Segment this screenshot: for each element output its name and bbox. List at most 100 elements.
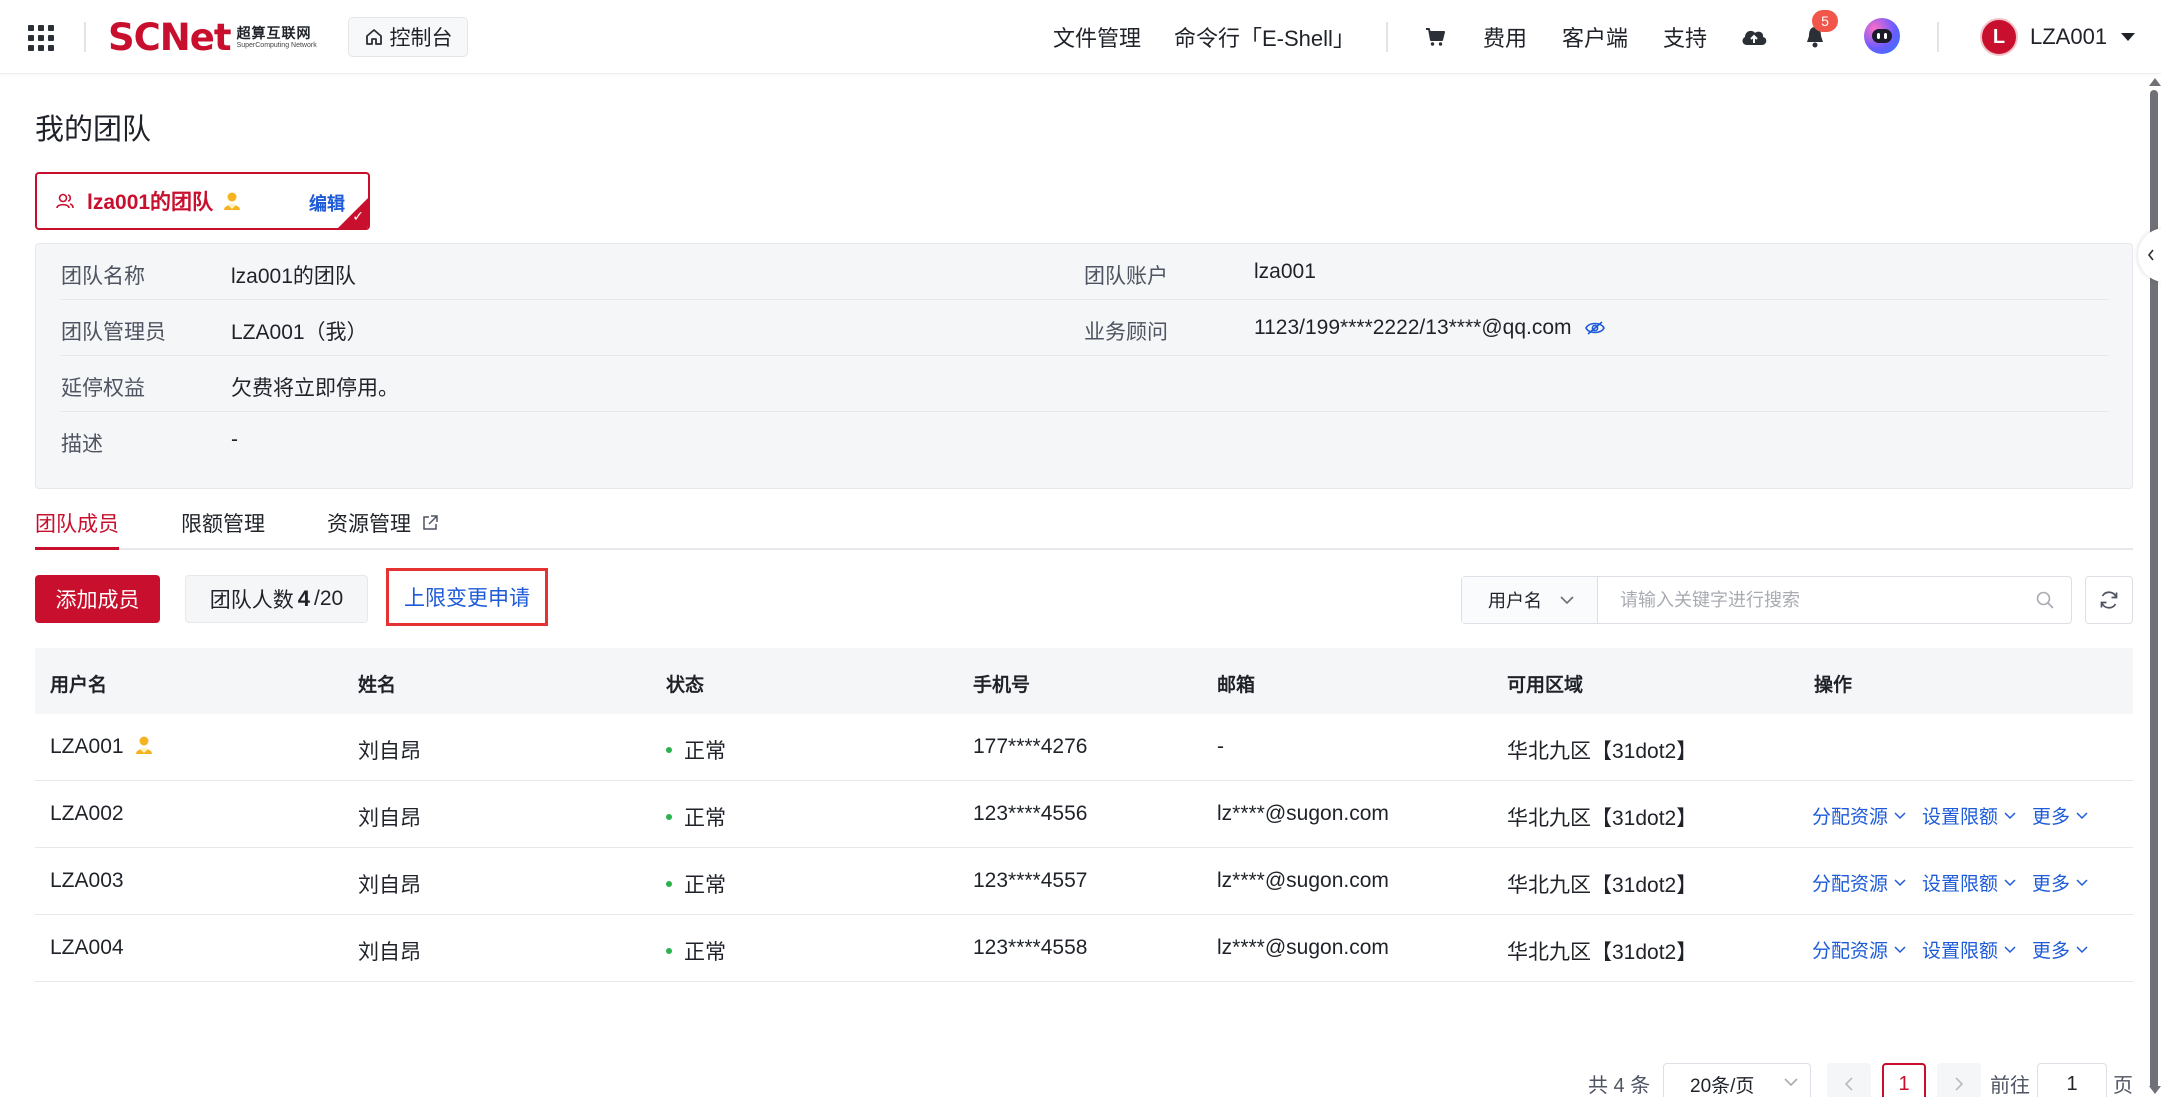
admin-crown-icon [136, 736, 153, 754]
chevron-down-icon [2004, 878, 2016, 886]
member-count-label: 团队人数 [209, 589, 294, 612]
assign-resource-dropdown[interactable]: 分配资源 [1812, 802, 1906, 829]
cloud-upload-icon[interactable] [1739, 22, 1769, 52]
set-quota-dropdown[interactable]: 设置限额 [1922, 802, 2016, 829]
set-quota-dropdown[interactable]: 设置限额 [1922, 869, 2016, 896]
cell-phone: 123****4557 [973, 869, 1088, 892]
scroll-up-arrow[interactable] [2149, 78, 2161, 86]
status-dot [666, 814, 672, 821]
page-number-current[interactable]: 1 [1882, 1063, 1926, 1097]
cell-status: 正常 [666, 802, 726, 832]
cell-username: LZA004 [50, 936, 124, 959]
add-member-button[interactable]: 添加成员 [35, 575, 160, 623]
cell-name: 刘自昂 [358, 941, 421, 964]
cell-email: - [1217, 735, 1224, 758]
team-name-label: 团队名称 [61, 265, 145, 288]
header-email: 邮箱 [1217, 675, 1256, 696]
nav-cost[interactable]: 费用 [1483, 0, 1527, 74]
chevron-down-icon [2004, 945, 2016, 953]
nav-support[interactable]: 支持 [1663, 0, 1707, 74]
divider [1937, 22, 1939, 52]
team-admin-label: 团队管理员 [61, 321, 166, 344]
advisor-value-wrap: 1123/199****2222/13****@qq.com [1254, 316, 1606, 340]
chevron-down-icon [2076, 878, 2088, 886]
cell-username: LZA002 [50, 802, 124, 825]
header-region: 可用区域 [1507, 675, 1584, 696]
next-page-button[interactable] [1937, 1063, 1981, 1097]
advisor-value: 1123/199****2222/13****@qq.com [1254, 316, 1572, 339]
nav-eshell[interactable]: 命令行「E-Shell」 [1174, 0, 1355, 74]
user-menu[interactable]: LZA001 [2030, 0, 2136, 74]
eye-icon[interactable] [1585, 320, 1606, 336]
admin-crown-icon [224, 192, 241, 210]
table-row: LZA002 刘自昂 正常 123****4556 lz****@sugon.c… [35, 781, 2133, 848]
row-actions: 分配资源 设置限额 更多 [1812, 869, 2104, 896]
tab-members[interactable]: 团队成员 [35, 508, 119, 538]
more-dropdown[interactable]: 更多 [2032, 869, 2088, 896]
refresh-icon [2100, 591, 2118, 609]
team-card[interactable]: lza001的团队 编辑 ✓ [35, 172, 370, 230]
prev-page-button[interactable] [1827, 1063, 1871, 1097]
external-link-icon [423, 515, 438, 530]
chevron-down-icon [1894, 945, 1906, 953]
cart-icon[interactable] [1421, 22, 1451, 52]
goto-label: 前往 [1990, 1074, 2030, 1097]
desc-value: - [231, 428, 238, 451]
divider [1386, 22, 1388, 52]
app-grid-icon[interactable] [28, 25, 54, 51]
tab-resources-label: 资源管理 [327, 513, 411, 536]
scnet-logo[interactable]: SCNet 超算互联网 SuperComputing Network [108, 14, 317, 60]
user-name: LZA001 [2030, 24, 2108, 49]
console-button[interactable]: 控制台 [348, 17, 468, 57]
more-dropdown[interactable]: 更多 [2032, 802, 2088, 829]
logo-cn: 超算互联网 [236, 24, 312, 41]
chevron-down-icon [2004, 811, 2016, 819]
search-icon[interactable] [2035, 590, 2055, 610]
team-admin-value: LZA001（我） [231, 321, 368, 344]
cell-region: 华北九区【31dot2】 [1507, 740, 1698, 763]
tab-quota[interactable]: 限额管理 [181, 508, 265, 538]
header-actions: 操作 [1814, 675, 1853, 696]
limit-change-request-link[interactable]: 上限变更申请 [386, 568, 548, 626]
check-icon: ✓ [352, 208, 364, 224]
team-account-label: 团队账户 [1084, 265, 1168, 288]
scroll-down-arrow[interactable] [2149, 1086, 2161, 1094]
nav-file-manage[interactable]: 文件管理 [1053, 0, 1141, 74]
tab-resources[interactable]: 资源管理 [327, 508, 439, 538]
assign-resource-dropdown[interactable]: 分配资源 [1812, 869, 1906, 896]
side-panel-toggle[interactable] [2138, 228, 2161, 282]
set-quota-dropdown[interactable]: 设置限额 [1922, 936, 2016, 963]
more-dropdown[interactable]: 更多 [2032, 936, 2088, 963]
assign-resource-dropdown[interactable]: 分配资源 [1812, 936, 1906, 963]
active-tab-indicator [35, 547, 119, 550]
cell-region: 华北九区【31dot2】 [1507, 941, 1698, 964]
page-size-select[interactable]: 20条/页 [1663, 1063, 1811, 1097]
avatar[interactable]: L [1980, 18, 2018, 56]
member-count: 团队人数 4 /20 [185, 575, 368, 623]
status-dot [666, 881, 672, 888]
logo-text: SCNet [108, 15, 232, 59]
cell-status: 正常 [666, 869, 726, 899]
search-input[interactable] [1598, 577, 2071, 623]
row-actions: 分配资源 设置限额 更多 [1812, 802, 2104, 829]
row-actions: 分配资源 设置限额 更多 [1812, 936, 2104, 963]
desc-label: 描述 [61, 433, 103, 456]
top-bar: SCNet 超算互联网 SuperComputing Network 控制台 文… [0, 0, 2161, 74]
grace-value: 欠费将立即停用。 [231, 377, 399, 400]
divider [84, 22, 86, 52]
cell-phone: 177****4276 [973, 735, 1088, 758]
ai-assistant-icon[interactable] [1864, 18, 1900, 54]
chevron-right-icon [1955, 1077, 1964, 1091]
table-row: LZA003 刘自昂 正常 123****4557 lz****@sugon.c… [35, 848, 2133, 915]
team-account-value: lza001 [1254, 260, 1316, 283]
goto-page-input[interactable]: 1 [2037, 1063, 2107, 1097]
team-info-panel: 团队名称 lza001的团队 团队账户 lza001 团队管理员 LZA001（… [35, 243, 2133, 489]
search-field-select[interactable]: 用户名 [1462, 577, 1598, 623]
notification-badge: 5 [1812, 10, 1838, 32]
table-row: LZA004 刘自昂 正常 123****4558 lz****@sugon.c… [35, 915, 2133, 982]
header-username: 用户名 [50, 675, 108, 696]
nav-client[interactable]: 客户端 [1562, 0, 1628, 74]
refresh-button[interactable] [2085, 576, 2133, 624]
cell-phone: 123****4556 [973, 802, 1088, 825]
chevron-down-icon [2076, 945, 2088, 953]
